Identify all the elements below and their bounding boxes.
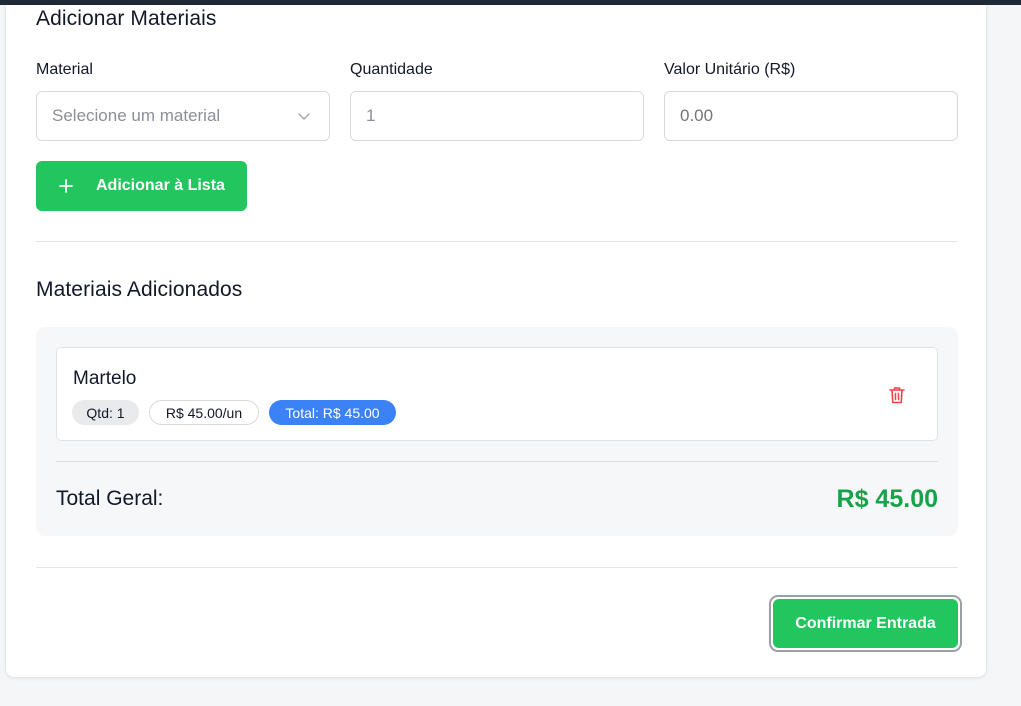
item-name: Martelo bbox=[73, 368, 137, 389]
trash-icon bbox=[889, 387, 905, 404]
unit-price-label: Valor Unitário (R$) bbox=[664, 61, 796, 78]
add-to-list-label: Adicionar à Lista bbox=[96, 177, 225, 194]
grand-total-value: R$ 45.00 bbox=[836, 485, 938, 513]
added-materials-title: Materiais Adicionados bbox=[36, 278, 243, 301]
plus-icon bbox=[59, 179, 73, 193]
grand-total-label: Total Geral: bbox=[56, 487, 164, 510]
add-materials-title: Adicionar Materiais bbox=[36, 7, 217, 30]
material-label: Material bbox=[36, 61, 93, 78]
qty-badge: Qtd: 1 bbox=[72, 400, 139, 425]
section-divider bbox=[36, 241, 958, 242]
material-select[interactable]: Selecione um material bbox=[36, 91, 330, 141]
confirm-entry-label: Confirmar Entrada bbox=[795, 614, 936, 632]
quantity-field-wrapper bbox=[350, 91, 644, 141]
unit-price-input[interactable] bbox=[680, 106, 957, 126]
total-divider bbox=[56, 461, 938, 462]
total-badge: Total: R$ 45.00 bbox=[269, 400, 396, 425]
quantity-label: Quantidade bbox=[350, 61, 433, 78]
added-materials-list: Martelo Qtd: 1 R$ 45.00/un Total: R$ 45.… bbox=[36, 327, 958, 536]
list-item: Martelo Qtd: 1 R$ 45.00/un Total: R$ 45.… bbox=[56, 347, 938, 441]
material-select-value: Selecione um material bbox=[52, 106, 221, 125]
confirm-focus-ring: Confirmar Entrada bbox=[769, 595, 962, 652]
chevron-down-icon bbox=[298, 113, 310, 120]
quantity-input[interactable] bbox=[366, 106, 643, 126]
footer-divider bbox=[36, 567, 958, 568]
unit-price-badge: R$ 45.00/un bbox=[149, 400, 259, 425]
materials-entry-card: Adicionar Materiais Material Quantidade … bbox=[5, 5, 987, 678]
add-to-list-button[interactable]: Adicionar à Lista bbox=[36, 161, 247, 211]
unit-price-field-wrapper bbox=[664, 91, 958, 141]
confirm-entry-button[interactable]: Confirmar Entrada bbox=[773, 599, 958, 648]
delete-item-button[interactable] bbox=[885, 383, 909, 407]
